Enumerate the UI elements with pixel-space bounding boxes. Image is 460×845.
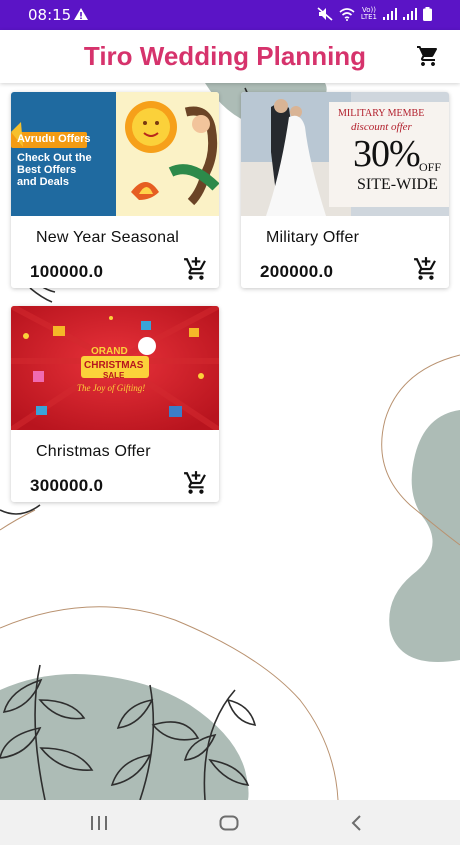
- home-icon[interactable]: [219, 815, 239, 831]
- offer-image-christmas: ORAND CHRISTMAS SALE The Joy of Gifting!: [11, 306, 219, 430]
- signal-icon: [383, 8, 397, 20]
- status-bar: 08:15 Vo)) LTE1: [0, 0, 460, 30]
- image-text: Best Offers: [17, 164, 77, 176]
- signal-icon: [403, 8, 417, 20]
- image-badge: Avrudu Offers: [17, 133, 91, 145]
- volte-indicator: Vo)) LTE1: [361, 7, 377, 21]
- image-text: The Joy of Gifting!: [77, 383, 146, 393]
- image-text: SITE-WIDE: [357, 176, 438, 193]
- add-to-cart-icon[interactable]: [183, 470, 209, 496]
- image-text: 30%: [353, 133, 421, 175]
- battery-icon: [423, 7, 432, 21]
- offer-name: New Year Seasonal: [36, 229, 180, 246]
- offer-price: 100000.0: [30, 262, 104, 281]
- wifi-icon: [339, 7, 355, 21]
- status-time: 08:15: [28, 6, 72, 24]
- image-text: Check Out the: [17, 152, 92, 164]
- offer-price: 300000.0: [30, 476, 104, 495]
- back-icon[interactable]: [350, 815, 362, 831]
- add-to-cart-icon[interactable]: [413, 256, 439, 282]
- cart-icon[interactable]: [416, 44, 440, 68]
- recent-apps-icon[interactable]: [90, 815, 108, 831]
- warning-icon: [74, 8, 88, 20]
- offer-image-new-year: Avrudu Offers Check Out the Best Offers …: [11, 92, 219, 216]
- offer-name: Christmas Offer: [36, 443, 151, 460]
- status-icons: Vo)) LTE1: [317, 7, 432, 21]
- app-title: Tiro Wedding Planning: [83, 41, 367, 71]
- app-bar: Tiro Wedding Planning: [0, 30, 460, 83]
- offer-card[interactable]: Avrudu Offers Check Out the Best Offers …: [11, 92, 219, 288]
- offer-price: 200000.0: [260, 262, 334, 281]
- offer-card[interactable]: MILITARY MEMBE discount offer 30% OFF SI…: [241, 92, 449, 288]
- mute-icon: [317, 7, 333, 21]
- offer-name: Military Offer: [266, 229, 360, 246]
- volte-line2: LTE1: [360, 13, 377, 21]
- add-to-cart-icon[interactable]: [183, 256, 209, 282]
- offer-image-military: MILITARY MEMBE discount offer 30% OFF SI…: [241, 92, 449, 216]
- image-text: ORAND: [91, 346, 128, 357]
- image-text: and Deals: [17, 176, 69, 188]
- image-text: MILITARY MEMBE: [338, 108, 425, 119]
- system-nav-bar: [0, 800, 460, 845]
- offer-card[interactable]: ORAND CHRISTMAS SALE The Joy of Gifting!…: [11, 306, 219, 502]
- image-text: CHRISTMAS: [84, 360, 144, 371]
- image-text: SALE: [103, 371, 125, 380]
- image-text: OFF: [419, 160, 442, 174]
